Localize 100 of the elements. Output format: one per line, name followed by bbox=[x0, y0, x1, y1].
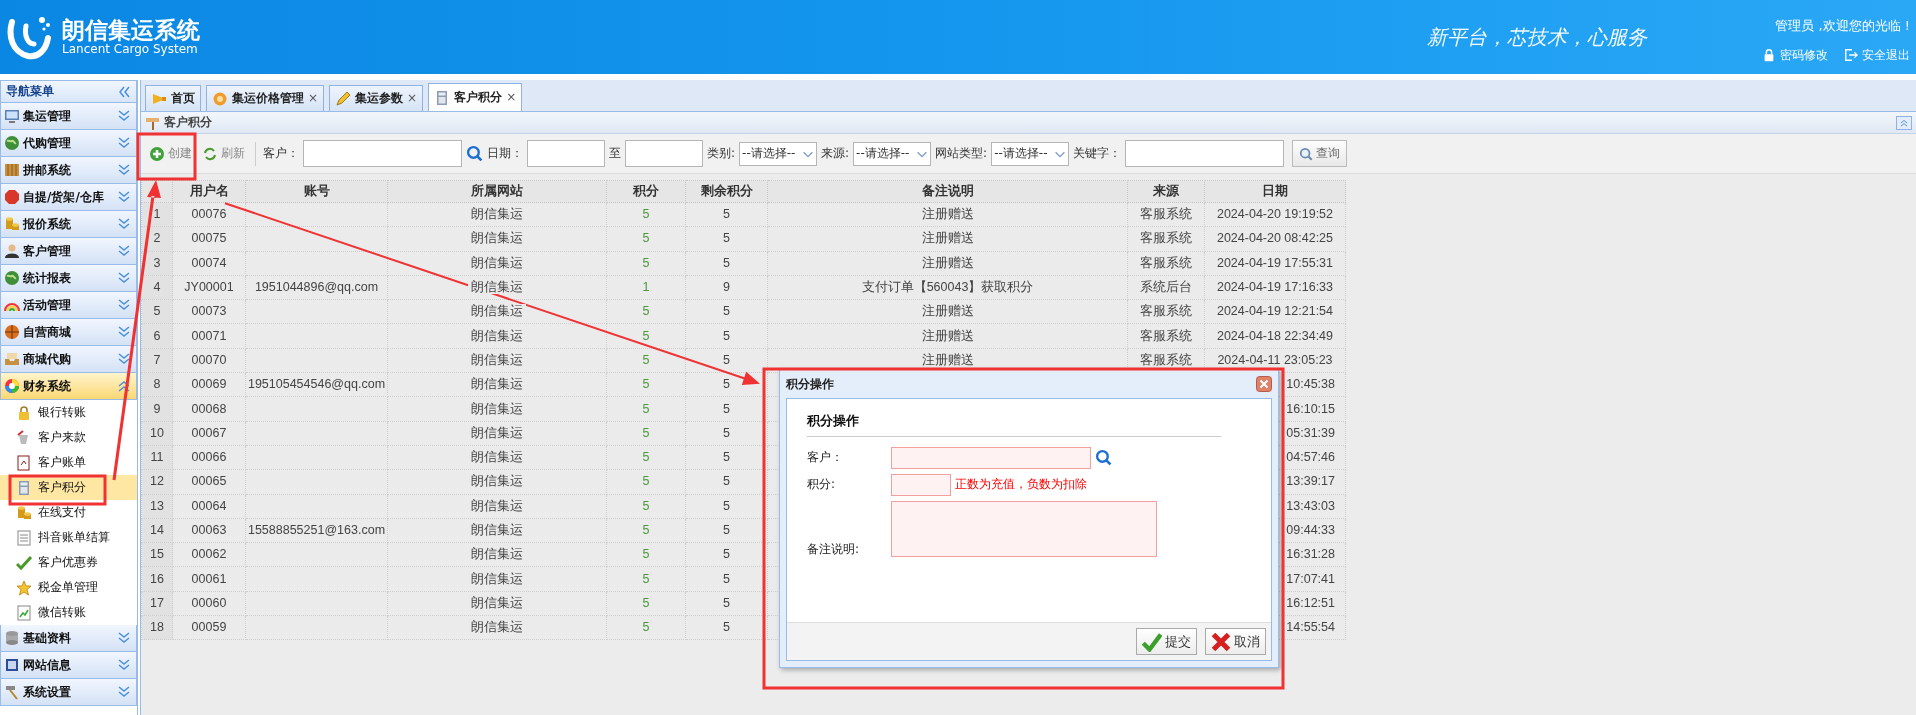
table-cell: 5 bbox=[685, 202, 768, 227]
menu-section[interactable]: 统计报表 bbox=[0, 265, 137, 292]
table-cell: 00060 bbox=[172, 591, 246, 616]
tab[interactable]: 首页 bbox=[145, 85, 201, 111]
person-icon bbox=[4, 243, 20, 259]
chevrons-up-icon bbox=[1899, 117, 1909, 128]
table-cell: 5 bbox=[606, 251, 686, 276]
field-label: 积分: bbox=[807, 477, 837, 492]
table-cell: 2024-04-18 22:34:49 bbox=[1204, 324, 1346, 349]
table-cell: 朗信集运 bbox=[468, 474, 526, 489]
table-cell: 2024-04-20 08:42:25 bbox=[1204, 226, 1346, 252]
input-field[interactable] bbox=[1125, 140, 1285, 167]
tab[interactable]: 集运价格管理 × bbox=[206, 85, 325, 111]
table-cell: 注册赠送 bbox=[767, 251, 1128, 276]
table-cell: 5 bbox=[606, 615, 686, 640]
tab-close-button[interactable]: × bbox=[308, 91, 319, 106]
table-cell: 5 bbox=[685, 518, 768, 543]
chevrons-down-icon bbox=[116, 243, 132, 259]
color-wheel-icon bbox=[4, 378, 20, 394]
menu-section[interactable]: 活动管理 bbox=[0, 292, 137, 319]
table-cell: 2024-04-19 12:21:54 bbox=[1204, 299, 1346, 324]
table-cell: 1 bbox=[606, 275, 686, 300]
menu-section[interactable]: 代购管理 bbox=[0, 130, 137, 157]
page-icon bbox=[16, 529, 32, 546]
search-icon[interactable] bbox=[466, 145, 483, 162]
table-cell: 5 bbox=[685, 421, 768, 446]
sidebar-title: 导航菜单 bbox=[6, 84, 54, 99]
menu-section[interactable]: 财务系统 bbox=[0, 373, 137, 400]
dialog-title: 积分操作 bbox=[786, 376, 834, 392]
menu-section[interactable]: 系统设置 bbox=[0, 679, 137, 706]
close-icon[interactable] bbox=[1256, 376, 1272, 392]
table-cell: 5 bbox=[606, 372, 686, 397]
row-number: 15 bbox=[141, 542, 173, 567]
menu-section[interactable]: 商城代购 bbox=[0, 346, 137, 373]
globe-icon bbox=[4, 135, 20, 151]
text-area[interactable] bbox=[891, 500, 1157, 557]
table-cell: 5 bbox=[685, 445, 768, 470]
ball-icon bbox=[4, 324, 20, 340]
globe-icon bbox=[4, 270, 20, 286]
menu-section[interactable]: 集运管理 bbox=[0, 103, 137, 130]
table-cell: 9 bbox=[685, 275, 768, 300]
search-icon[interactable] bbox=[1095, 449, 1112, 467]
table-cell: 00066 bbox=[172, 445, 246, 470]
input-field[interactable] bbox=[891, 446, 1091, 469]
input-field[interactable] bbox=[303, 140, 462, 167]
table-cell: 注册赠送 bbox=[767, 324, 1128, 349]
table-cell: 5 bbox=[685, 591, 768, 616]
field-label: 备注说明: bbox=[807, 542, 861, 557]
crate-icon bbox=[4, 162, 20, 178]
table-cell: 朗信集运 bbox=[468, 425, 526, 440]
table-cell: 朗信集运 bbox=[468, 328, 526, 343]
menu-section[interactable]: 自营商城 bbox=[0, 319, 137, 346]
dialog-button[interactable]: 提交 bbox=[1136, 628, 1197, 655]
menu-section[interactable]: 报价系统 bbox=[0, 211, 137, 238]
tab-close-button[interactable]: × bbox=[506, 90, 517, 105]
menu-section[interactable]: 拼邮系统 bbox=[0, 157, 137, 184]
tab-close-button[interactable]: × bbox=[407, 91, 418, 106]
tab[interactable]: 集运参数 × bbox=[329, 85, 424, 111]
table-cell: 客服系统 bbox=[1127, 202, 1205, 227]
date-field[interactable] bbox=[527, 140, 605, 167]
dropdown[interactable]: --请选择-- bbox=[991, 141, 1070, 166]
hammer-icon bbox=[4, 684, 20, 700]
tab[interactable]: 客户积分 × bbox=[428, 83, 523, 111]
menu-section[interactable]: 自提/货架/仓库 bbox=[0, 184, 137, 211]
table-cell: 客服系统 bbox=[1127, 299, 1205, 324]
menu-section[interactable]: 基础资料 bbox=[0, 625, 137, 652]
table-cell: 5 bbox=[685, 324, 768, 349]
app-subtitle: Lancent Cargo System bbox=[62, 41, 198, 57]
table-cell: 00073 bbox=[172, 299, 246, 324]
chevrons-down-icon bbox=[116, 162, 132, 178]
row-number: 4 bbox=[141, 275, 173, 300]
input-field[interactable] bbox=[891, 473, 951, 496]
dropdown[interactable]: --请选择-- bbox=[853, 141, 932, 166]
table-cell: 注册赠送 bbox=[767, 226, 1128, 252]
date-field[interactable] bbox=[625, 140, 703, 167]
dropdown[interactable]: --请选择-- bbox=[739, 141, 818, 166]
table-cell: 注册赠送 bbox=[767, 299, 1128, 324]
table-cell: 195105454546@qq.com bbox=[245, 372, 388, 397]
chevrons-down-icon bbox=[116, 189, 132, 205]
chevrons-down-icon bbox=[116, 108, 132, 124]
collapse-button[interactable] bbox=[1896, 115, 1912, 130]
table-cell: 朗信集运 bbox=[468, 304, 526, 319]
menu-section[interactable]: 客户管理 bbox=[0, 238, 137, 265]
chevrons-down-icon bbox=[116, 216, 132, 232]
table-cell: 5 bbox=[606, 542, 686, 567]
row-number: 12 bbox=[141, 469, 173, 495]
chevrons-up-icon bbox=[116, 378, 132, 394]
dialog-heading: 积分操作 bbox=[807, 413, 1221, 437]
table-cell: 5 bbox=[606, 396, 686, 422]
column-header: 用户名 bbox=[172, 180, 246, 203]
document-icon bbox=[16, 454, 32, 471]
table-cell: 15588855251@163.com bbox=[245, 518, 388, 543]
search-icon bbox=[1299, 146, 1314, 161]
row-number: 11 bbox=[141, 445, 173, 470]
table-cell: 2024-04-19 17:16:33 bbox=[1204, 275, 1346, 300]
coins-icon bbox=[16, 504, 32, 521]
dialog-button[interactable]: 取消 bbox=[1205, 628, 1266, 655]
table-cell: 5 bbox=[606, 591, 686, 616]
menu-section[interactable]: 网站信息 bbox=[0, 652, 137, 679]
search-button[interactable]: 查询 bbox=[1292, 140, 1348, 167]
